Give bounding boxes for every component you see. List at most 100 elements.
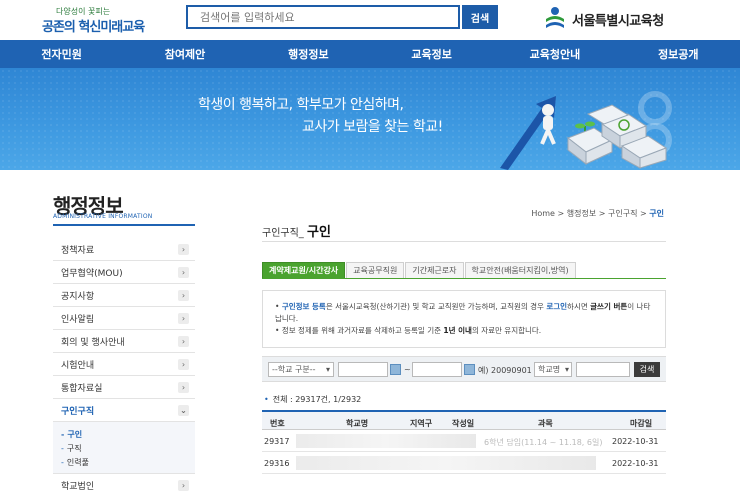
sidebar-item-label: 통합자료실	[61, 383, 103, 394]
breadcrumb: Home > 행정정보 > 구인구직 > 구인	[531, 208, 664, 219]
education-office-logo-icon	[546, 7, 564, 28]
chevron-right-icon: ›	[178, 382, 189, 393]
nav-item-participation[interactable]: 참여제안	[123, 40, 246, 68]
banner-line-2: 교사가 보람을 찾는 학교!	[302, 119, 443, 135]
title-divider	[262, 241, 666, 242]
col-date: 작성일	[452, 419, 475, 428]
sidebar-item-label: 회의 및 행사안내	[61, 337, 125, 348]
tabs-underline	[262, 278, 666, 279]
sidebar-item-label: 구인구직	[61, 406, 95, 417]
row-deadline: 2022-10-31	[612, 459, 659, 468]
col-subject: 과목	[538, 419, 553, 428]
sidebar-item-label: 학교법인	[61, 481, 95, 492]
bullet-icon: -	[61, 457, 64, 467]
breadcrumb-level-1[interactable]: 행정정보	[567, 209, 596, 218]
sidebar-item-label: 정책자료	[61, 245, 95, 256]
table-row[interactable]: 29317 6학년 담임(11.14 ~ 11.18, 6일) 2022-10-…	[262, 430, 666, 452]
tab-school-safety[interactable]: 학교안전(배움터지킴이,방역)	[464, 262, 576, 278]
calendar-icon[interactable]	[464, 364, 475, 375]
search-field-value: 학교명	[538, 365, 561, 374]
site-logo[interactable]: 다양성이 꽃피는 공존의 혁신미래교육	[42, 6, 145, 35]
submenu-item-job-seek[interactable]: - 구직	[61, 441, 195, 455]
sidebar-menu: 정책자료 › 업무협약(MOU) › 공지사항 › 인사알림 › 회의 및 행사안내 › …	[53, 238, 195, 495]
notice-text: 은 서울시교육청(산하기관) 및 학교 교직원만 가능하며, 교직원의 경우	[325, 302, 547, 311]
notice-text: 하시면	[567, 302, 591, 311]
notice-register-label: 구인정보 등록	[281, 302, 326, 311]
search-input[interactable]	[188, 7, 458, 27]
row-subject[interactable]: 6학년 담임(11.14 ~ 11.18, 6일)	[484, 437, 602, 448]
filter-search-button[interactable]: 검색	[634, 362, 660, 377]
dropdown-arrow-icon: ▾	[325, 365, 330, 374]
col-deadline: 마감일	[630, 419, 653, 428]
sidebar-submenu: - 구인 - 구직 - 인력풀	[53, 422, 195, 474]
start-date-input[interactable]	[338, 362, 388, 377]
result-count-text: 전체 : 29317건, 1/2932	[272, 395, 362, 404]
date-range-tilde: ~	[404, 365, 411, 374]
sidebar-item-notice[interactable]: 공지사항 ›	[53, 284, 195, 307]
bullet-icon: •	[264, 395, 269, 404]
sidebar-item-meetings[interactable]: 회의 및 행사안내 ›	[53, 330, 195, 353]
nav-item-office-guide[interactable]: 교육청안내	[493, 40, 616, 68]
col-district: 지역구	[410, 419, 433, 428]
page-title-prefix: 구인구직_	[262, 228, 304, 239]
tab-fixed-term-worker[interactable]: 기간제근로자	[405, 262, 464, 278]
write-button-label: 글쓰기 버튼	[590, 302, 628, 311]
search-button[interactable]: 검색	[462, 5, 498, 29]
sidebar-item-archive[interactable]: 통합자료실 ›	[53, 376, 195, 399]
breadcrumb-separator: >	[640, 209, 647, 218]
table-header: 번호 학교명 지역구 작성일 과목 마감일	[262, 410, 666, 430]
result-count: • 전체 : 29317건, 1/2932	[264, 394, 361, 405]
tab-education-staff[interactable]: 교육공무직원	[346, 262, 405, 278]
sidebar-divider	[53, 224, 195, 226]
tab-contract-teacher[interactable]: 계약제교원/시간강사	[262, 262, 346, 278]
table-row[interactable]: 29316 2022-10-31	[262, 452, 666, 474]
breadcrumb-level-2[interactable]: 구인구직	[608, 209, 637, 218]
dropdown-arrow-icon: ▾	[564, 365, 569, 374]
notice-line-1: • 구인정보 등록은 서울시교육청(산하기관) 및 학교 교직원만 가능하며, …	[275, 302, 651, 323]
nav-item-admin-info[interactable]: 행정정보	[247, 40, 370, 68]
breadcrumb-separator: >	[557, 209, 565, 218]
bullet-icon: -	[61, 429, 65, 439]
submenu-label: 인력풀	[66, 457, 89, 467]
school-type-select[interactable]: --학교 구분-- ▾	[268, 362, 334, 377]
sidebar-subtitle: ADMINISTRATIVE INFORMATION	[53, 213, 153, 220]
school-type-value: --학교 구분--	[272, 365, 316, 374]
col-number: 번호	[270, 419, 285, 428]
keyboard-keys-illustration	[500, 91, 672, 170]
nav-item-info-disclosure[interactable]: 정보공개	[617, 40, 740, 68]
keyword-input[interactable]	[576, 362, 630, 377]
submenu-item-talent-pool[interactable]: - 인력풀	[61, 455, 195, 469]
search-box	[186, 5, 460, 29]
category-tabs: 계약제교원/시간강사 교육공무직원 기간제근로자 학교안전(배움터지킴이,방역)	[262, 262, 577, 278]
chevron-right-icon: ›	[178, 290, 189, 301]
sidebar-item-school-corp[interactable]: 학교법인 ›	[53, 474, 195, 495]
sidebar-item-policy[interactable]: 정책자료 ›	[53, 238, 195, 261]
sidebar-item-mou[interactable]: 업무협약(MOU) ›	[53, 261, 195, 284]
sidebar-item-jobs[interactable]: 구인구직 ⌄	[53, 399, 195, 422]
notice-line-2: • 정보 정제를 위해 과거자료를 삭제하고 등록일 기준 1년 이내의 자료만…	[275, 326, 542, 335]
login-link[interactable]: 로그인	[546, 302, 567, 311]
search-field-select[interactable]: 학교명 ▾	[534, 362, 572, 377]
chevron-down-icon: ⌄	[178, 405, 189, 416]
chevron-right-icon: ›	[178, 244, 189, 255]
search-filter-bar: --학교 구분-- ▾ ~ 예) 20090901 학교명 ▾ 검색	[262, 356, 666, 382]
bullet-icon: -	[61, 443, 64, 453]
sidebar-item-exams[interactable]: 시험안내 ›	[53, 353, 195, 376]
row-deadline: 2022-10-31	[612, 437, 659, 446]
sidebar-item-personnel[interactable]: 인사알림 ›	[53, 307, 195, 330]
nav-item-education-info[interactable]: 교육정보	[370, 40, 493, 68]
breadcrumb-current: 구인	[649, 209, 664, 218]
nav-item-e-civil[interactable]: 전자민원	[0, 40, 123, 68]
page-title: 구인구직_ 구인	[262, 221, 331, 240]
site-header: 다양성이 꽃피는 공존의 혁신미래교육 검색 서울특별시교육청	[0, 0, 740, 40]
chevron-right-icon: ›	[178, 267, 189, 278]
submenu-label: 구직	[66, 443, 82, 453]
brand[interactable]: 서울특별시교육청	[544, 6, 664, 32]
breadcrumb-home[interactable]: Home	[531, 209, 555, 218]
submenu-item-recruit[interactable]: - 구인	[61, 427, 195, 441]
job-table: 번호 학교명 지역구 작성일 과목 마감일 29317 6학년 담임(11.14…	[262, 410, 666, 474]
end-date-input[interactable]	[412, 362, 462, 377]
breadcrumb-separator: >	[598, 209, 606, 218]
calendar-icon[interactable]	[390, 364, 401, 375]
date-format-example: 예) 20090901	[478, 366, 532, 375]
